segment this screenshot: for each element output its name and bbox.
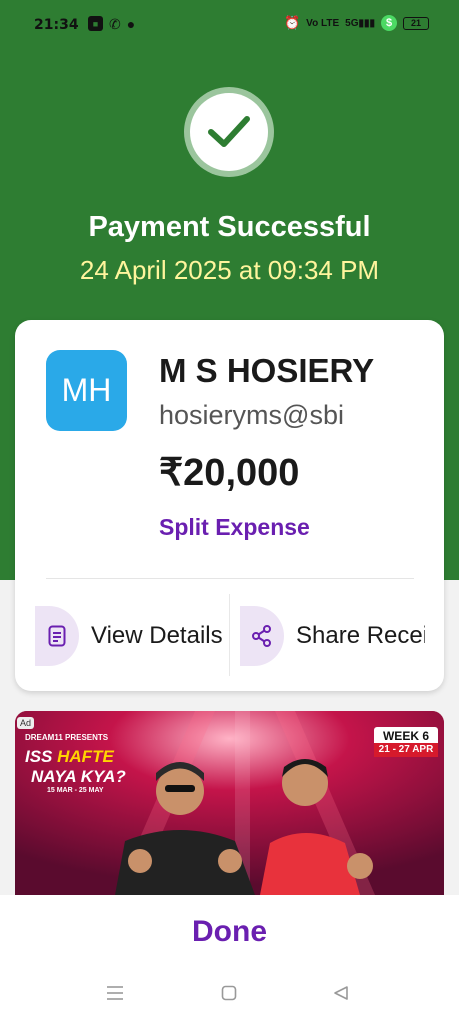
view-details-button[interactable]: View Details (35, 606, 237, 666)
payment-amount: ₹20,000 (159, 452, 300, 494)
square-icon (221, 985, 237, 1001)
action-separator (229, 594, 230, 676)
view-details-label: View Details (91, 622, 223, 649)
back-triangle-icon (334, 986, 348, 1000)
ad-headline-line-2: NAYA KYA? (31, 767, 126, 786)
payment-status-title: Payment Successful (88, 211, 371, 243)
status-time: 21:34 (34, 17, 79, 33)
checkmark-icon (208, 116, 250, 147)
ad-banner[interactable]: Ad DREAM11 PRESENTS ISS HAFTE NAYA KYA? … (15, 711, 444, 895)
ad-tag: Ad (17, 717, 35, 729)
status-bar: 21:34 ■ ✆ ● ⏰ Vo LTE 5G▮▮▮ $ 21 (0, 0, 459, 50)
split-expense-button[interactable]: Split Expense (159, 514, 310, 541)
ad-headline-line-1: ISS HAFTE (25, 747, 114, 766)
success-icon (184, 87, 274, 177)
ad-dates: 15 MAR - 25 MAY (47, 787, 104, 794)
ad-week-range: 21 - 27 APR (374, 743, 438, 757)
home-nav-button[interactable] (221, 985, 237, 1006)
app-notification-icon: ■ (88, 16, 103, 31)
phone-icon: ✆ (109, 16, 121, 32)
document-icon (35, 606, 79, 666)
share-receipt-button[interactable]: Share Receipt (240, 606, 425, 666)
whatsapp-icon: ● (126, 16, 136, 32)
payee-avatar: MH (46, 350, 127, 431)
ad-brand: DREAM11 PRESENTS (25, 733, 109, 742)
payee-upi-id: hosieryms@sbi (159, 400, 344, 430)
signal-strength-icon: 5G▮▮▮ (345, 17, 375, 29)
payment-datetime: 24 April 2025 at 09:34 PM (79, 255, 380, 285)
done-button[interactable]: Done (0, 915, 459, 949)
battery-icon: 21 (403, 16, 429, 30)
share-receipt-label: Share Receipt (296, 622, 425, 649)
divider (46, 578, 414, 579)
network-type: Vo LTE (306, 17, 340, 29)
cash-app-icon: $ (381, 15, 397, 31)
ad-week-label: WEEK 6 (382, 729, 429, 743)
recent-apps-nav-button[interactable] (106, 985, 124, 1006)
menu-icon (107, 986, 123, 1000)
alarm-icon: ⏰ (283, 15, 301, 30)
payment-details-card: MH M S HOSIERY hosieryms@sbi ₹20,000 Spl… (15, 320, 444, 691)
payee-name: M S HOSIERY (159, 352, 375, 389)
share-icon (240, 606, 284, 666)
back-nav-button[interactable] (333, 985, 349, 1006)
